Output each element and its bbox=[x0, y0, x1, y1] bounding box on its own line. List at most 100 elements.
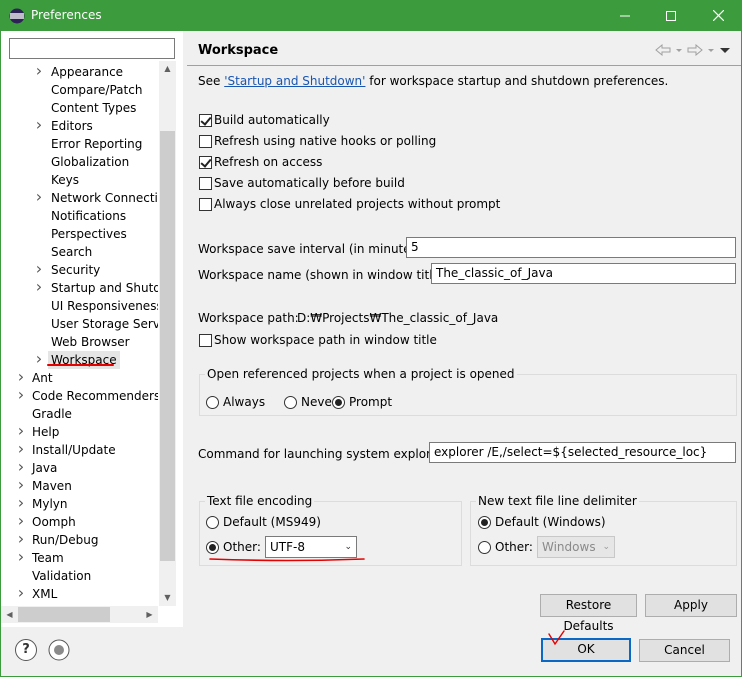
forward-arrow-icon[interactable] bbox=[687, 44, 703, 56]
view-menu-icon[interactable] bbox=[719, 44, 731, 56]
tree-item[interactable]: › XML bbox=[1, 585, 158, 603]
tree-item[interactable]: › Appearance bbox=[1, 63, 158, 81]
delimiter-select-value: Windows bbox=[542, 540, 596, 554]
chevron-right-icon[interactable]: › bbox=[33, 351, 45, 367]
workspace-option-checkbox[interactable] bbox=[199, 156, 212, 169]
chevron-right-icon[interactable]: › bbox=[33, 117, 45, 133]
minimize-button[interactable] bbox=[602, 0, 648, 31]
close-window-button[interactable] bbox=[695, 0, 741, 31]
tree-item[interactable]: › Team bbox=[1, 549, 158, 567]
tree-item[interactable]: Notifications bbox=[1, 207, 158, 225]
tree-item[interactable]: Web Browser bbox=[1, 333, 158, 351]
tree-item[interactable]: › Code Recommenders bbox=[1, 387, 158, 405]
open-never-radio[interactable] bbox=[284, 396, 297, 409]
encoding-other-radio[interactable] bbox=[206, 541, 219, 554]
tree-vertical-scrollbar[interactable]: ▲ ▼ bbox=[159, 61, 176, 606]
workspace-name-input[interactable]: The_classic_of_Java bbox=[431, 263, 736, 284]
workspace-option-checkbox[interactable] bbox=[199, 135, 212, 148]
tree-item[interactable]: › Install/Update bbox=[1, 441, 158, 459]
tree-item-label: Appearance bbox=[51, 65, 124, 79]
tree-item[interactable]: › Java bbox=[1, 459, 158, 477]
tree-item[interactable]: › Run/Debug bbox=[1, 531, 158, 549]
tree-item[interactable]: › Oomph bbox=[1, 513, 158, 531]
filter-input[interactable] bbox=[9, 38, 175, 59]
explorer-command-input[interactable]: explorer /E,/select=${selected_resource_… bbox=[429, 442, 736, 463]
open-always-radio[interactable] bbox=[206, 396, 219, 409]
workspace-option-label: Refresh using native hooks or polling bbox=[214, 134, 437, 148]
tree-item[interactable]: › Mylyn bbox=[1, 495, 158, 513]
see-startup-text: See 'Startup and Shutdown' for workspace… bbox=[198, 74, 668, 88]
chevron-right-icon[interactable]: › bbox=[15, 387, 27, 403]
tree-item[interactable]: › Security bbox=[1, 261, 158, 279]
tree-item[interactable]: › Network Connection bbox=[1, 189, 158, 207]
tree-item[interactable]: Compare/Patch bbox=[1, 81, 158, 99]
back-dropdown-icon[interactable] bbox=[675, 44, 683, 56]
save-interval-label: Workspace save interval (in minutes): bbox=[198, 242, 426, 256]
tree-item[interactable]: Keys bbox=[1, 171, 158, 189]
workspace-option-label: Save automatically before build bbox=[214, 176, 405, 190]
tree-item-label: Editors bbox=[51, 119, 93, 133]
chevron-right-icon[interactable]: › bbox=[15, 477, 27, 493]
tree-item[interactable]: › Maven bbox=[1, 477, 158, 495]
workspace-option-checkbox[interactable] bbox=[199, 177, 212, 190]
tree-item[interactable]: Search bbox=[1, 243, 158, 261]
scroll-left-icon[interactable]: ◀ bbox=[1, 606, 18, 623]
tree-item[interactable]: User Storage Service bbox=[1, 315, 158, 333]
tree-item[interactable]: Error Reporting bbox=[1, 135, 158, 153]
delimiter-default-radio[interactable] bbox=[478, 516, 491, 529]
chevron-right-icon[interactable]: › bbox=[15, 585, 27, 601]
restore-defaults-button[interactable]: Restore Defaults bbox=[540, 594, 637, 633]
tree-item[interactable]: Perspectives bbox=[1, 225, 158, 243]
import-export-icon[interactable] bbox=[48, 639, 70, 661]
maximize-button[interactable] bbox=[648, 0, 694, 31]
workspace-option-checkbox[interactable] bbox=[199, 198, 212, 211]
forward-dropdown-icon[interactable] bbox=[707, 44, 715, 56]
chevron-right-icon[interactable]: › bbox=[33, 261, 45, 277]
tree-item[interactable]: › Workspace bbox=[1, 351, 158, 369]
tree-item-label: Compare/Patch bbox=[51, 83, 143, 97]
save-interval-input[interactable]: 5 bbox=[406, 237, 736, 258]
chevron-right-icon[interactable]: › bbox=[33, 63, 45, 79]
scroll-down-icon[interactable]: ▼ bbox=[159, 590, 176, 606]
scroll-up-icon[interactable]: ▲ bbox=[159, 61, 176, 77]
tree-item[interactable]: Validation bbox=[1, 567, 158, 585]
tree-item[interactable]: Globalization bbox=[1, 153, 158, 171]
chevron-right-icon[interactable]: › bbox=[15, 531, 27, 547]
chevron-right-icon[interactable]: › bbox=[15, 459, 27, 475]
chevron-right-icon[interactable]: › bbox=[33, 279, 45, 295]
encoding-select-value: UTF-8 bbox=[270, 540, 305, 554]
chevron-right-icon[interactable]: › bbox=[15, 441, 27, 457]
tree-item[interactable]: › Help bbox=[1, 423, 158, 441]
chevron-right-icon[interactable]: › bbox=[15, 423, 27, 439]
tree-item[interactable]: UI Responsiveness M bbox=[1, 297, 158, 315]
tree-horizontal-scrollbar[interactable]: ◀ ▶ bbox=[1, 606, 158, 623]
help-icon[interactable]: ? bbox=[15, 639, 37, 661]
workspace-name-label: Workspace name (shown in window title): bbox=[198, 268, 449, 282]
tree-item[interactable]: › Editors bbox=[1, 117, 158, 135]
tree-item[interactable]: Content Types bbox=[1, 99, 158, 117]
back-arrow-icon[interactable] bbox=[655, 44, 671, 56]
chevron-right-icon[interactable]: › bbox=[15, 369, 27, 385]
workspace-option-checkbox[interactable] bbox=[199, 114, 212, 127]
open-prompt-radio[interactable] bbox=[332, 396, 345, 409]
maximize-icon bbox=[666, 10, 676, 21]
tree-item[interactable]: › Startup and Shutdo bbox=[1, 279, 158, 297]
tree-item[interactable]: Gradle bbox=[1, 405, 158, 423]
chevron-right-icon[interactable]: › bbox=[15, 549, 27, 565]
red-checkmark-annotation bbox=[548, 630, 565, 646]
apply-button[interactable]: Apply bbox=[645, 594, 737, 617]
tree-item[interactable]: › Ant bbox=[1, 369, 158, 387]
show-path-checkbox[interactable] bbox=[199, 334, 212, 347]
delimiter-other-radio[interactable] bbox=[478, 541, 491, 554]
encoding-default-radio[interactable] bbox=[206, 516, 219, 529]
startup-shutdown-link[interactable]: 'Startup and Shutdown' bbox=[224, 74, 365, 88]
scroll-right-icon[interactable]: ▶ bbox=[141, 606, 158, 623]
cancel-button[interactable]: Cancel bbox=[639, 639, 730, 662]
horizontal-scroll-thumb[interactable] bbox=[18, 607, 110, 622]
chevron-right-icon[interactable]: › bbox=[15, 513, 27, 529]
chevron-right-icon[interactable]: › bbox=[33, 189, 45, 205]
tree-item-label: Perspectives bbox=[51, 227, 127, 241]
chevron-right-icon[interactable]: › bbox=[15, 495, 27, 511]
tree-item-label: User Storage Service bbox=[51, 317, 158, 331]
vertical-scroll-thumb[interactable] bbox=[160, 131, 175, 561]
